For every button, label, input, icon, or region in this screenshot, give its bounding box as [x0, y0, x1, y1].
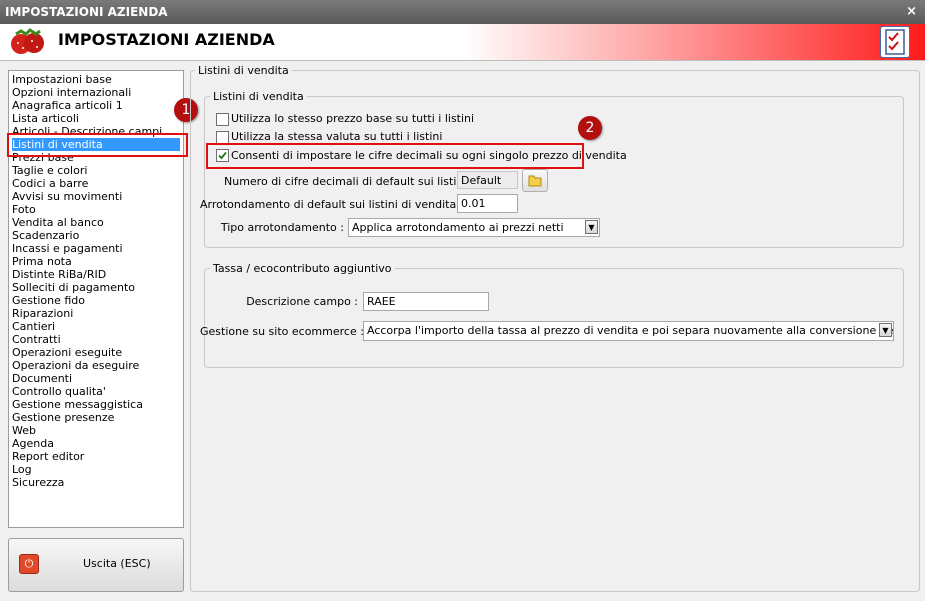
sidebar-item-controllo-qualita[interactable]: Controllo qualita': [12, 385, 180, 398]
rounding-type-select[interactable]: Applica arrotondamento ai prezzi netti ▼: [348, 218, 600, 237]
tax-desc-label: Descrizione campo :: [246, 295, 358, 308]
close-icon[interactable]: ×: [906, 0, 917, 24]
sidebar-item-log[interactable]: Log: [12, 463, 180, 476]
sidebar-item-cantieri[interactable]: Cantieri: [12, 320, 180, 333]
power-icon: ⏻: [19, 554, 39, 574]
sidebar-item-contratti[interactable]: Contratti: [12, 333, 180, 346]
group-tax-title: Tassa / ecocontributo aggiuntivo: [210, 262, 395, 275]
sidebar-item-riparazioni[interactable]: Riparazioni: [12, 307, 180, 320]
exit-button[interactable]: ⏻ Uscita (ESC): [8, 538, 184, 592]
folder-button[interactable]: [522, 169, 548, 192]
sidebar-item-avvisi-movimenti[interactable]: Avvisi su movimenti: [12, 190, 180, 203]
sidebar-item-anagrafica-articoli[interactable]: Anagrafica articoli 1: [12, 99, 180, 112]
checkbox-same-currency-label: Utilizza la stessa valuta su tutti i lis…: [231, 130, 443, 143]
strawberry-icon: [11, 28, 44, 54]
highlight-sidebar-selection: [7, 133, 188, 157]
ecommerce-value: Accorpa l'importo della tassa al prezzo …: [367, 324, 893, 337]
sidebar-item-incassi-pagamenti[interactable]: Incassi e pagamenti: [12, 242, 180, 255]
sidebar-item-agenda[interactable]: Agenda: [12, 437, 180, 450]
sidebar-item-impostazioni-base[interactable]: Impostazioni base: [12, 73, 180, 86]
sidebar-item-foto[interactable]: Foto: [12, 203, 180, 216]
header-banner: IMPOSTAZIONI AZIENDA: [0, 24, 925, 60]
rounding-type-label: Tipo arrotondamento :: [220, 221, 344, 234]
callout-badge-2: 2: [578, 116, 602, 140]
chevron-down-icon[interactable]: ▼: [879, 323, 892, 337]
sidebar-item-web[interactable]: Web: [12, 424, 180, 437]
checkbox-same-price[interactable]: [216, 113, 229, 126]
sidebar-item-prima-nota[interactable]: Prima nota: [12, 255, 180, 268]
checkbox-same-price-label: Utilizza lo stesso prezzo base su tutti …: [231, 112, 475, 125]
window-title-bar: IMPOSTAZIONI AZIENDA ×: [0, 0, 925, 24]
chevron-down-icon[interactable]: ▼: [585, 220, 598, 234]
group-listini-title: Listini di vendita: [210, 90, 307, 103]
rounding-type-value: Applica arrotondamento ai prezzi netti: [352, 221, 564, 234]
exit-button-label: Uscita (ESC): [83, 557, 151, 570]
sidebar-item-taglie-colori[interactable]: Taglie e colori: [12, 164, 180, 177]
checklist-icon[interactable]: [880, 26, 910, 58]
rounding-default-label: Arrotondamento di default sui listini di…: [200, 198, 464, 211]
sidebar-item-gestione-fido[interactable]: Gestione fido: [12, 294, 180, 307]
sidebar-item-opzioni-internazionali[interactable]: Opzioni internazionali: [12, 86, 180, 99]
sidebar-item-sicurezza[interactable]: Sicurezza: [12, 476, 180, 489]
sidebar-item-operazioni-da-eseguire[interactable]: Operazioni da eseguire: [12, 359, 180, 372]
sidebar-item-solleciti[interactable]: Solleciti di pagamento: [12, 281, 180, 294]
ecommerce-select[interactable]: Accorpa l'importo della tassa al prezzo …: [363, 321, 894, 341]
rounding-default-field[interactable]: 0.01: [457, 194, 518, 213]
sidebar-item-scadenzario[interactable]: Scadenzario: [12, 229, 180, 242]
panel-title: Listini di vendita: [195, 64, 292, 77]
sidebar-item-documenti[interactable]: Documenti: [12, 372, 180, 385]
tax-desc-field[interactable]: RAEE: [363, 292, 489, 311]
sidebar-item-operazioni-eseguite[interactable]: Operazioni eseguite: [12, 346, 180, 359]
folder-icon: [528, 175, 542, 187]
decimals-default-field[interactable]: Default: [457, 171, 518, 189]
sidebar-item-lista-articoli[interactable]: Lista articoli: [12, 112, 180, 125]
sidebar-item-distinte-riba[interactable]: Distinte RiBa/RID: [12, 268, 180, 281]
decimals-default-label: Numero di cifre decimali di default sui …: [224, 175, 474, 188]
highlight-decimals-option: [206, 143, 584, 169]
ecommerce-label: Gestione su sito ecommerce :: [200, 325, 364, 338]
sidebar-item-messaggistica[interactable]: Gestione messaggistica: [12, 398, 180, 411]
sidebar-item-vendita-banco[interactable]: Vendita al banco: [12, 216, 180, 229]
group-tax: [204, 268, 904, 368]
header-title: IMPOSTAZIONI AZIENDA: [58, 30, 275, 49]
sidebar-item-presenze[interactable]: Gestione presenze: [12, 411, 180, 424]
sidebar-item-codici-barre[interactable]: Codici a barre: [12, 177, 180, 190]
window-title: IMPOSTAZIONI AZIENDA: [5, 5, 168, 19]
sidebar-item-report-editor[interactable]: Report editor: [12, 450, 180, 463]
